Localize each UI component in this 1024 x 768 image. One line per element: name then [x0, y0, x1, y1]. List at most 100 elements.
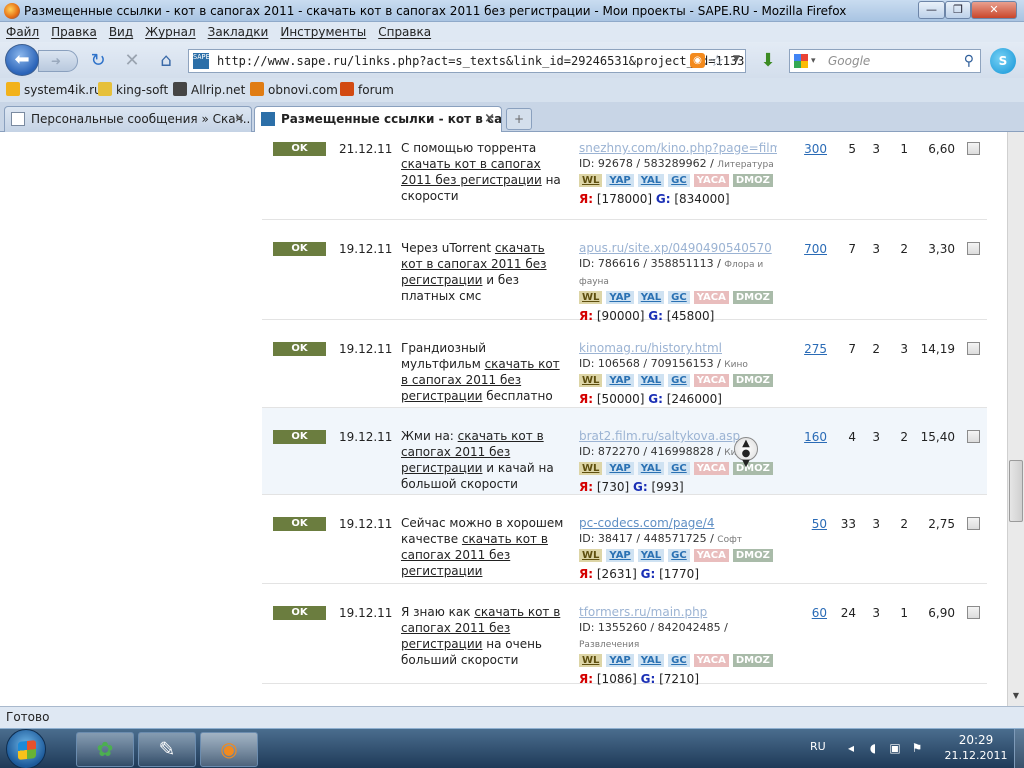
scrollbar-thumb[interactable] [1009, 460, 1023, 522]
yap-badge[interactable]: YAP [606, 549, 634, 562]
tab-messages[interactable]: Персональные сообщения » Скач... × [4, 106, 252, 132]
menu-tools[interactable]: Инструменты [274, 22, 372, 41]
gc-badge[interactable]: GC [668, 462, 690, 475]
language-indicator[interactable]: RU [810, 740, 826, 753]
clock[interactable]: 20:29 21.12.2011 [936, 733, 1016, 763]
maximize-button[interactable]: ❐ [945, 1, 971, 19]
bookmark-system4ik[interactable]: system4ik.ru [6, 81, 102, 99]
icq-taskbar-button[interactable]: ✿ [76, 732, 134, 767]
wl-badge[interactable]: WL [579, 654, 603, 667]
notepad-taskbar-button[interactable]: ✎ [138, 732, 196, 767]
site-url-link[interactable]: snezhny.com/kino.php?page=film [579, 140, 777, 156]
action-center-icon[interactable]: ⚑ [910, 741, 924, 755]
menu-help[interactable]: Справка [372, 22, 437, 41]
yap-badge[interactable]: YAP [606, 174, 634, 187]
menu-edit[interactable]: Правка [45, 22, 103, 41]
gc-badge[interactable]: GC [668, 374, 690, 387]
site-url-link[interactable]: pc-codecs.com/page/4 [579, 515, 777, 531]
gc-badge[interactable]: GC [668, 549, 690, 562]
price-link[interactable]: 60 [793, 606, 827, 620]
home-icon[interactable]: ⌂ [155, 50, 177, 72]
yal-badge[interactable]: YAL [637, 462, 665, 475]
search-engine-dropdown-icon[interactable]: ▾ [811, 50, 816, 72]
menu-file[interactable]: Файл [0, 22, 45, 41]
ratio-cell: 15,40 [920, 430, 955, 444]
stop-icon[interactable]: ✕ [121, 50, 143, 72]
gc-badge[interactable]: GC [668, 654, 690, 667]
menu-view[interactable]: Вид [103, 22, 139, 41]
row-checkbox[interactable] [967, 342, 980, 355]
bookmark-star-icon[interactable]: ☆ [710, 51, 724, 70]
row-checkbox[interactable] [967, 242, 980, 255]
back-button[interactable]: ⬅ [5, 44, 39, 76]
close-button[interactable]: ✕ [971, 1, 1017, 19]
title-bar[interactable]: Размещенные ссылки - кот в сапогах 2011 … [0, 0, 1024, 22]
wl-badge[interactable]: WL [579, 549, 603, 562]
autoscroll-icon[interactable]: ▲ ● ▼ [734, 437, 758, 469]
price-link[interactable]: 700 [793, 242, 827, 256]
price-link[interactable]: 300 [793, 142, 827, 156]
row-checkbox[interactable] [967, 142, 980, 155]
tab-placed-links[interactable]: Размещенные ссылки - кот в са... × [254, 106, 502, 132]
volume-icon[interactable]: ◖ [866, 741, 880, 755]
price-link[interactable]: 50 [793, 517, 827, 531]
menu-bookmarks[interactable]: Закладки [202, 22, 275, 41]
yal-badge[interactable]: YAL [637, 291, 665, 304]
price-link[interactable]: 275 [793, 342, 827, 356]
gc-badge[interactable]: GC [668, 174, 690, 187]
wl-badge[interactable]: WL [579, 174, 603, 187]
yal-badge[interactable]: YAL [637, 174, 665, 187]
row-checkbox[interactable] [967, 606, 980, 619]
wl-badge[interactable]: WL [579, 374, 603, 387]
bookmark-allrip[interactable]: Allrip.net [173, 81, 245, 99]
metric-cell: 3 [872, 142, 880, 156]
yal-badge[interactable]: YAL [637, 549, 665, 562]
search-icon[interactable]: ⚲ [964, 50, 974, 72]
tab-close-icon[interactable]: × [234, 107, 245, 131]
scroll-down-icon[interactable]: ▼ [1009, 691, 1023, 705]
yal-badge[interactable]: YAL [637, 374, 665, 387]
site-url-link[interactable]: tformers.ru/main.php [579, 604, 777, 620]
url-dropdown-icon[interactable]: ▼ [733, 54, 740, 64]
forward-button[interactable]: ➜ [38, 50, 78, 72]
yap-badge[interactable]: YAP [606, 462, 634, 475]
site-url-link[interactable]: kinomag.ru/history.html [579, 340, 777, 356]
network-icon[interactable]: ▣ [888, 741, 902, 755]
download-icon[interactable]: ⬇ [757, 50, 779, 72]
wl-badge[interactable]: WL [579, 291, 603, 304]
menu-history[interactable]: Журнал [139, 22, 202, 41]
tray-arrow-icon[interactable]: ◂ [844, 741, 858, 755]
price-link[interactable]: 160 [793, 430, 827, 444]
text-before: Жми на: [401, 429, 458, 443]
bookmark-forum[interactable]: forum [340, 81, 394, 99]
yap-badge[interactable]: YAP [606, 374, 634, 387]
yap-badge[interactable]: YAP [606, 291, 634, 304]
show-desktop-button[interactable] [1014, 729, 1024, 768]
row-checkbox[interactable] [967, 517, 980, 530]
minimize-button[interactable]: — [918, 1, 945, 19]
rss-icon[interactable]: ◉ [690, 53, 705, 68]
yandex-count: [2631] [596, 567, 637, 581]
back-arrow-icon: ⬅ [14, 49, 30, 70]
tab-close-icon[interactable]: × [484, 107, 495, 131]
status-badge: OK [273, 517, 326, 531]
address-bar[interactable]: SAPE http://www.sape.ru/links.php?act=s_… [188, 49, 746, 73]
new-tab-button[interactable]: + [506, 108, 532, 130]
start-button[interactable] [6, 729, 46, 768]
bookmark-obnovi[interactable]: obnovi.com [250, 81, 338, 99]
vertical-scrollbar[interactable]: ▼ [1007, 132, 1024, 706]
wl-badge[interactable]: WL [579, 462, 603, 475]
badge-row: WL YAP YAL GC YACA DMOZ [579, 549, 779, 565]
bookmark-king-soft[interactable]: king-soft [98, 81, 168, 99]
yap-badge[interactable]: YAP [606, 654, 634, 667]
row-checkbox[interactable] [967, 430, 980, 443]
firefox-taskbar-button[interactable]: ◉ [200, 732, 258, 767]
index-counts: Я: [178000] G: [834000] [579, 191, 779, 207]
link-text-cell: Я знаю как скачать кот в сапогах 2011 бе… [401, 604, 569, 668]
skype-icon[interactable]: S [990, 48, 1016, 74]
yal-badge[interactable]: YAL [637, 654, 665, 667]
gc-badge[interactable]: GC [668, 291, 690, 304]
site-url-link[interactable]: apus.ru/site.xp/0490490540570 [579, 240, 777, 256]
search-input[interactable]: ▾ Google ⚲ [789, 49, 981, 73]
reload-icon[interactable]: ↻ [87, 50, 109, 72]
